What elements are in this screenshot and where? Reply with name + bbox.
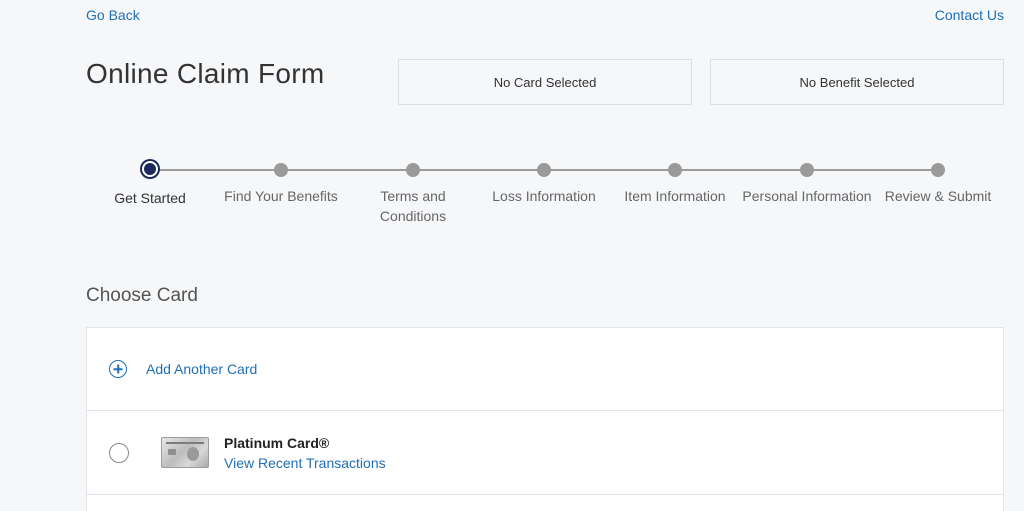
add-another-card-button[interactable]: Add Another Card (87, 328, 1003, 411)
card-info: Platinum Card® View Recent Transactions (224, 433, 386, 473)
selected-card-text: No Card Selected (493, 74, 597, 90)
step-active-dot-icon (142, 161, 158, 177)
step-label: Find Your Benefits (224, 188, 338, 204)
step-label: Get Started (114, 190, 186, 206)
step-dot-icon (931, 163, 945, 177)
go-back-link[interactable]: Go Back (86, 7, 140, 23)
step-item-information: Item Information (610, 160, 740, 206)
contact-us-link[interactable]: Contact Us (935, 7, 1004, 23)
card-select-radio[interactable] (109, 442, 129, 463)
plus-circle-icon[interactable] (109, 360, 127, 378)
selected-benefit-summary: No Benefit Selected (710, 59, 1004, 105)
step-label: Review & Submit (884, 188, 992, 204)
step-label: Loss Information (492, 188, 596, 204)
claim-form-page: Go Back Contact Us Online Claim Form No … (0, 0, 1024, 511)
step-dot-icon (274, 163, 288, 177)
page-title: Online Claim Form (86, 58, 325, 89)
step-label: Terms and Conditions (379, 188, 447, 224)
selected-benefit-text: No Benefit Selected (799, 74, 915, 90)
step-dot-icon (537, 163, 551, 177)
card-list: Add Another Card Platinum Card® View Rec… (86, 327, 1004, 511)
card-name: Platinum Card® (224, 434, 330, 451)
choose-card-title: Choose Card (86, 285, 198, 306)
step-label: Personal Information (742, 188, 872, 204)
selected-card-summary: No Card Selected (398, 59, 692, 105)
step-dot-icon (800, 163, 814, 177)
step-find-your-benefits: Find Your Benefits (216, 160, 346, 206)
step-label: Item Information (624, 188, 726, 204)
step-review-and-submit: Review & Submit (873, 160, 1003, 206)
view-recent-transactions-link[interactable]: View Recent Transactions (224, 453, 386, 473)
step-terms-and-conditions: Terms and Conditions (348, 160, 478, 226)
platinum-card-image (161, 437, 209, 468)
step-get-started: Get Started (85, 160, 215, 208)
card-row-platinum: Platinum Card® View Recent Transactions (87, 411, 1003, 495)
step-dot-icon (668, 163, 682, 177)
step-personal-information: Personal Information (742, 160, 872, 206)
step-loss-information: Loss Information (479, 160, 609, 206)
add-another-card-label[interactable]: Add Another Card (146, 361, 257, 377)
progress-stepper: Get Started Find Your Benefits Terms and… (86, 160, 1006, 240)
step-dot-icon (406, 163, 420, 177)
